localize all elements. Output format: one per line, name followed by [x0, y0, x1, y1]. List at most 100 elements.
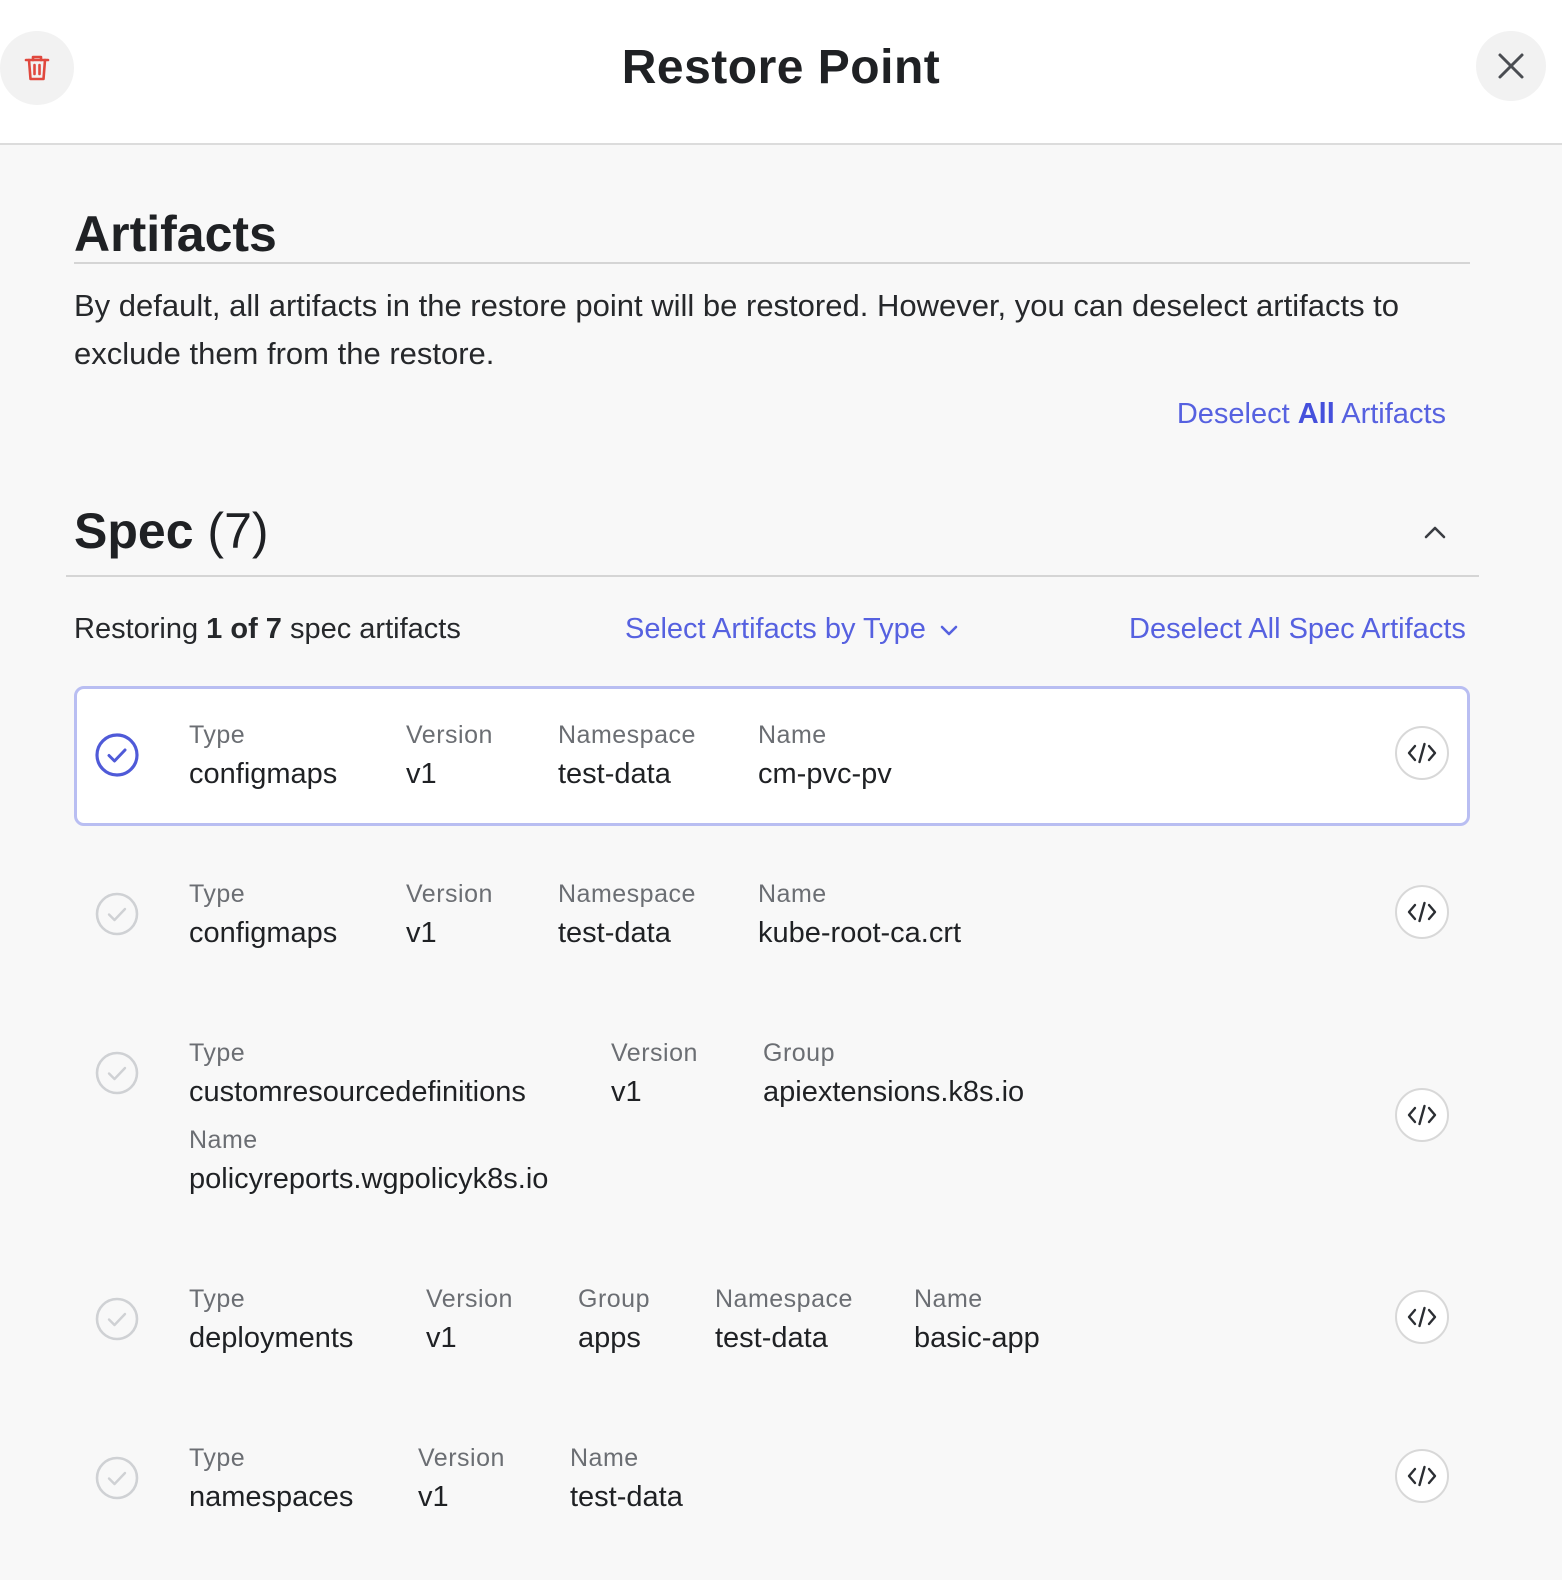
artifact-field-version: Version v1: [406, 879, 493, 953]
code-icon: [1407, 901, 1437, 923]
field-value: v1: [406, 917, 437, 949]
artifact-row[interactable]: Type configmaps Version v1 Namespace test-dat…: [74, 686, 1470, 826]
code-icon: [1407, 1465, 1437, 1487]
artifacts-description: By default, all artifacts in the restore…: [74, 288, 1400, 371]
view-source-button[interactable]: [1395, 1290, 1449, 1344]
field-value: configmaps: [189, 917, 338, 949]
artifact-field-name: Name cm-pvc-pv: [758, 720, 892, 794]
select-by-type-label: Select Artifacts by Type: [625, 613, 926, 645]
artifact-field-group: Group apps: [578, 1284, 650, 1358]
check-circle-icon[interactable]: [94, 732, 140, 778]
artifact-field-version: Version v1: [426, 1284, 513, 1358]
field-label: Type: [189, 1039, 246, 1067]
artifact-row[interactable]: Type deployments Version v1 Group apps Namespa…: [74, 1250, 1470, 1390]
artifact-field-type: Type configmaps: [189, 720, 337, 794]
view-source-button[interactable]: [1395, 885, 1449, 939]
field-label: Version: [406, 721, 493, 749]
field-label: Group: [763, 1039, 835, 1067]
check-circle-icon[interactable]: [94, 1296, 140, 1342]
field-value: apps: [578, 1322, 641, 1354]
restoring-suffix: spec artifacts: [281, 613, 461, 645]
field-label: Name: [914, 1285, 983, 1313]
artifact-field-version: Version v1: [406, 720, 493, 794]
close-icon: [1498, 53, 1524, 79]
artifact-field-type: Type configmaps: [189, 879, 337, 953]
artifact-field-type: Type customresourcedefinitions: [189, 1038, 526, 1112]
view-source-button[interactable]: [1395, 1449, 1449, 1503]
field-value: deployments: [189, 1322, 354, 1354]
field-value: test-data: [570, 1481, 683, 1513]
artifact-field-namespace: Namespace test-data: [558, 720, 696, 794]
field-label: Namespace: [715, 1285, 853, 1313]
field-label: Type: [189, 880, 246, 908]
field-label: Type: [189, 1444, 246, 1472]
artifacts-heading: Artifacts: [74, 206, 277, 262]
field-label: Version: [418, 1444, 505, 1472]
deselect-all-spec-artifacts-link[interactable]: Deselect All Spec Artifacts: [1129, 613, 1466, 646]
restoring-prefix: Restoring: [74, 613, 207, 645]
spec-heading[interactable]: Spec (7): [74, 502, 269, 560]
field-label: Version: [611, 1039, 698, 1067]
field-label: Group: [578, 1285, 650, 1313]
modal-header: Restore Point: [0, 0, 1562, 145]
field-label: Namespace: [558, 721, 696, 749]
field-value: configmaps: [189, 758, 338, 790]
close-button[interactable]: [1476, 31, 1546, 101]
field-label: Name: [189, 1126, 258, 1154]
field-value: apiextensions.k8s.io: [763, 1076, 1025, 1108]
field-label: Version: [406, 880, 493, 908]
field-label: Type: [189, 1285, 246, 1313]
artifact-row[interactable]: Type namespaces Version v1 Name test-data: [74, 1409, 1470, 1549]
field-value: policyreports.wgpolicyk8s.io: [189, 1163, 549, 1195]
field-value: v1: [611, 1076, 642, 1108]
artifact-field-type: Type deployments: [189, 1284, 353, 1358]
field-label: Name: [758, 721, 827, 749]
modal-title: Restore Point: [621, 41, 941, 94]
code-icon: [1407, 1104, 1437, 1126]
artifact-field-version: Version v1: [611, 1038, 698, 1112]
restoring-status: Restoring 1 of 7 spec artifacts: [74, 613, 461, 646]
field-value: cm-pvc-pv: [758, 758, 892, 790]
field-value: test-data: [715, 1322, 828, 1354]
artifact-field-name: Name policyreports.wgpolicyk8s.io: [189, 1125, 548, 1199]
field-value: kube-root-ca.crt: [758, 917, 962, 949]
field-label: Version: [426, 1285, 513, 1313]
artifact-field-name: Name kube-root-ca.crt: [758, 879, 961, 953]
code-icon: [1407, 1306, 1437, 1328]
deselect-all-prefix: Deselect: [1176, 398, 1298, 430]
artifact-row[interactable]: Type customresourcedefinitions Version v1 Gr…: [74, 1004, 1470, 1232]
field-label: Namespace: [558, 880, 696, 908]
artifact-field-name: Name test-data: [570, 1443, 683, 1517]
check-circle-icon[interactable]: [94, 1050, 140, 1096]
spec-title: Spec: [74, 503, 194, 559]
field-label: Name: [758, 880, 827, 908]
view-source-button[interactable]: [1395, 726, 1449, 780]
deselect-all-artifacts-link[interactable]: Deselect All Artifacts: [1177, 398, 1446, 431]
field-value: v1: [426, 1322, 457, 1354]
field-value: basic-app: [914, 1322, 1040, 1354]
field-value: namespaces: [189, 1481, 354, 1513]
artifact-field-namespace: Namespace test-data: [558, 879, 696, 953]
field-value: v1: [406, 758, 437, 790]
field-value: test-data: [558, 758, 671, 790]
view-source-button[interactable]: [1395, 1088, 1449, 1142]
check-circle-icon[interactable]: [94, 1455, 140, 1501]
spec-count: (7): [207, 503, 269, 559]
field-value: test-data: [558, 917, 671, 949]
artifact-field-name: Name basic-app: [914, 1284, 1040, 1358]
artifact-row[interactable]: Type configmaps Version v1 Namespace test-dat…: [74, 845, 1470, 985]
field-label: Name: [570, 1444, 639, 1472]
artifact-field-type: Type namespaces: [189, 1443, 353, 1517]
chevron-up-icon[interactable]: [1420, 518, 1450, 548]
deselect-all-suffix: Artifacts: [1334, 398, 1446, 430]
spec-divider: [66, 575, 1479, 577]
code-icon: [1407, 742, 1437, 764]
select-artifacts-by-type-dropdown[interactable]: Select Artifacts by Type: [625, 613, 960, 646]
artifacts-divider: [74, 262, 1470, 264]
check-circle-icon[interactable]: [94, 891, 140, 937]
field-value: v1: [418, 1481, 449, 1513]
field-value: customresourcedefinitions: [189, 1076, 526, 1108]
artifact-field-version: Version v1: [418, 1443, 505, 1517]
artifact-field-namespace: Namespace test-data: [715, 1284, 853, 1358]
restoring-count: 1 of 7: [206, 613, 282, 645]
